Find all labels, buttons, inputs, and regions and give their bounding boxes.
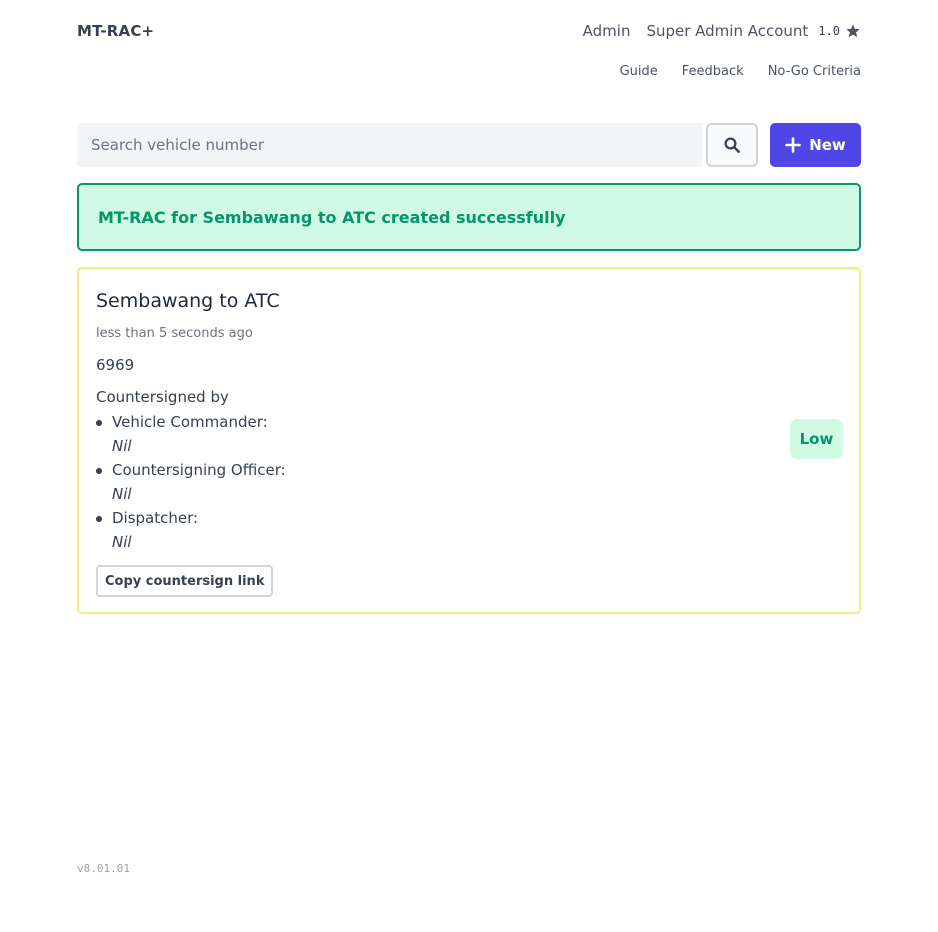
guide-link[interactable]: Guide	[620, 64, 658, 79]
risk-level-badge: Low	[790, 419, 843, 459]
search-button[interactable]	[706, 123, 758, 167]
signer-list: Vehicle Commander: Nil Countersigning Of…	[96, 412, 286, 556]
card-title: Sembawang to ATC	[96, 290, 280, 312]
bullet	[96, 516, 102, 522]
search-bar: New	[77, 123, 861, 167]
brand-logo[interactable]: MT-RAC+	[77, 22, 154, 40]
signer-value: Nil	[112, 485, 132, 503]
top-nav: Admin Super Admin Account 1.0	[567, 22, 861, 40]
signer-vehicle-commander: Vehicle Commander: Nil	[96, 412, 286, 460]
star-icon	[846, 24, 860, 38]
signer-role: Vehicle Commander:	[112, 413, 268, 431]
vehicle-number: 6969	[96, 356, 135, 374]
page: MT-RAC+ Admin Super Admin Account 1.0 Gu…	[0, 0, 938, 932]
new-button-label: New	[809, 136, 846, 154]
rating-value: 1.0	[818, 24, 840, 38]
signer-role: Dispatcher:	[112, 509, 199, 527]
bullet	[96, 468, 102, 474]
account-link[interactable]: Super Admin Account	[646, 22, 808, 40]
success-alert-message: MT-RAC for Sembawang to ATC created succ…	[98, 207, 566, 227]
sub-nav: Guide Feedback No-Go Criteria	[596, 64, 861, 79]
search-icon	[724, 137, 740, 153]
header: MT-RAC+ Admin Super Admin Account 1.0	[77, 0, 861, 62]
admin-link[interactable]: Admin	[583, 22, 631, 40]
main-container: MT-RAC+ Admin Super Admin Account 1.0 Gu…	[77, 0, 861, 614]
signer-value: Nil	[112, 437, 132, 455]
card-timestamp: less than 5 seconds ago	[96, 326, 253, 341]
copy-countersign-link-button[interactable]: Copy countersign link	[96, 565, 274, 597]
signer-dispatcher: Dispatcher: Nil	[96, 508, 286, 556]
plus-icon	[785, 137, 802, 153]
feedback-link[interactable]: Feedback	[682, 64, 744, 79]
signer-countersigning-officer: Countersigning Officer: Nil	[96, 460, 286, 508]
app-version: v8.01.01	[77, 862, 130, 875]
search-input[interactable]	[77, 123, 702, 167]
rac-card[interactable]: Sembawang to ATC less than 5 seconds ago…	[77, 267, 861, 614]
signer-value: Nil	[112, 533, 132, 551]
new-button[interactable]: New	[770, 123, 861, 167]
success-alert: MT-RAC for Sembawang to ATC created succ…	[77, 183, 861, 251]
countersigned-label: Countersigned by	[96, 388, 229, 406]
signer-role: Countersigning Officer:	[112, 461, 286, 479]
bullet	[96, 420, 102, 426]
no-go-criteria-link[interactable]: No-Go Criteria	[768, 64, 861, 79]
